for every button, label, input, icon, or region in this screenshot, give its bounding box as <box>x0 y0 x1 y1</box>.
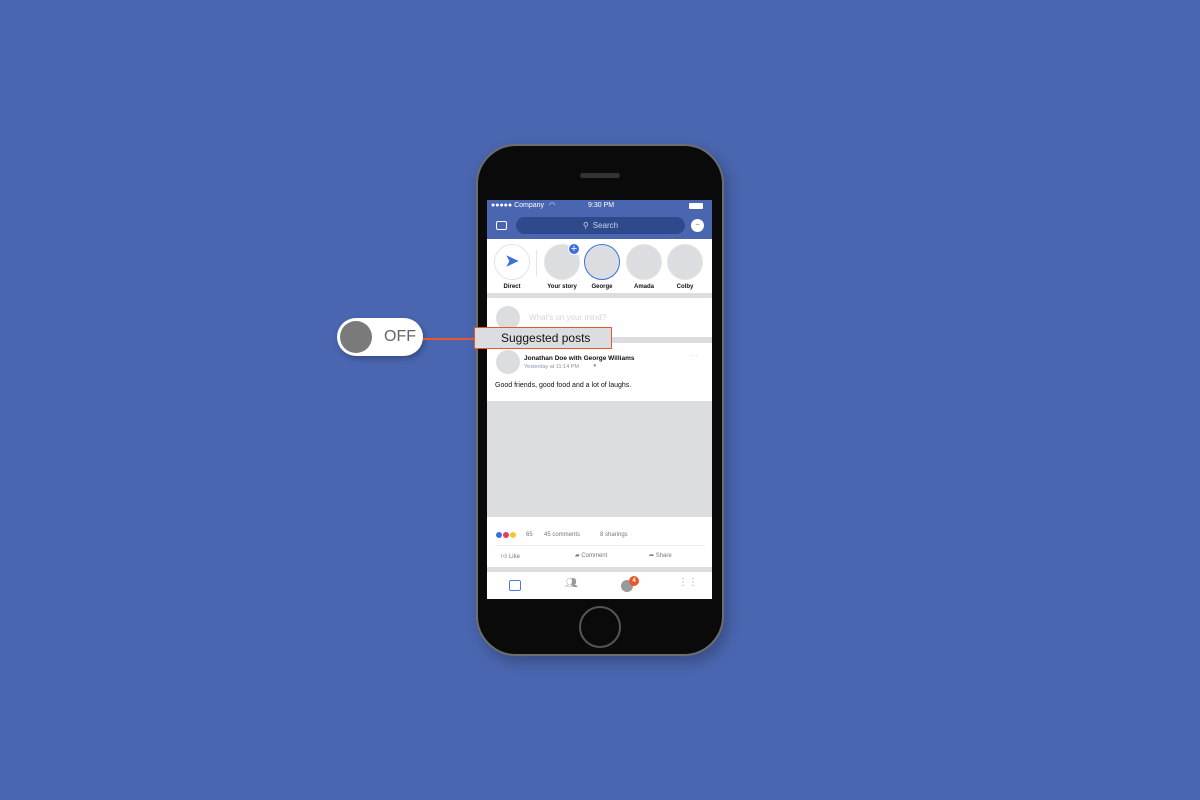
comment-button[interactable]: ▰ Comment <box>575 552 607 559</box>
separator <box>487 567 712 572</box>
separator <box>487 293 712 298</box>
post-image[interactable] <box>487 401 712 517</box>
toggle-state: OFF <box>384 328 416 345</box>
add-story-icon[interactable]: + <box>568 243 580 255</box>
search-input[interactable]: ⚲ Search <box>516 217 685 234</box>
divider <box>536 250 537 276</box>
thumbs-up-icon: 👍︎ <box>501 554 509 560</box>
search-icon: ⚲ <box>582 221 589 230</box>
messenger-icon[interactable]: ~ <box>691 219 704 232</box>
wifi-icon: ◠ <box>549 202 556 209</box>
post-time: Yesterday at 11:14 PM <box>524 364 580 370</box>
composer-input[interactable]: What's on your mind? <box>529 313 606 322</box>
phone-speaker <box>580 173 620 178</box>
comments-count[interactable]: 45 comments <box>544 532 580 538</box>
share-icon: ➦ <box>649 553 656 559</box>
post-author[interactable]: Jonathan Doe with George Williams <box>524 355 634 362</box>
tab-news-feed-icon[interactable] <box>509 580 521 591</box>
story-amada[interactable]: Amada <box>625 244 663 290</box>
nav-bar: ⚲ Search ~ <box>487 213 712 239</box>
status-bar: ●●●●● Company ◠ 9:30 PM <box>487 200 712 213</box>
suggested-posts-toggle[interactable]: OFF <box>337 318 423 356</box>
divider <box>495 545 705 546</box>
tab-menu-icon[interactable]: ⋮⋮ <box>678 577 698 591</box>
paper-plane-icon: ➤ <box>494 244 530 280</box>
toggle-knob <box>340 321 372 353</box>
carrier: ●●●●● Company <box>491 202 545 209</box>
battery-icon <box>689 203 703 209</box>
story-george[interactable]: George <box>583 244 621 290</box>
suggested-posts-label: Suggested posts <box>474 327 612 349</box>
tab-friends-icon[interactable]: 👥︎ <box>565 578 579 592</box>
reactions-count[interactable]: 65 <box>526 532 533 538</box>
post-avatar <box>496 350 520 374</box>
reaction-icons <box>495 531 517 539</box>
home-button[interactable] <box>579 606 621 648</box>
like-button[interactable]: 👍︎ Like <box>501 552 520 560</box>
share-button[interactable]: ➦ Share <box>649 552 672 559</box>
more-options-icon[interactable]: ··· <box>690 351 698 360</box>
time: 9:30 PM <box>588 202 615 209</box>
camera-icon[interactable] <box>496 221 507 230</box>
wow-reaction-icon <box>509 531 517 539</box>
story-direct[interactable]: ➤ Direct <box>493 244 531 290</box>
phone-screen: ●●●●● Company ◠ 9:30 PM ⚲ Search ~ ➤ Direc… <box>487 200 712 599</box>
connector-line <box>423 338 475 340</box>
story-colby[interactable]: Colby <box>666 244 704 290</box>
shares-count[interactable]: 8 sharings <box>600 532 628 538</box>
notification-badge: 4 <box>629 576 639 586</box>
post-text: Good friends, good food and a lot of lau… <box>495 382 632 389</box>
globe-icon: ● <box>593 363 597 369</box>
